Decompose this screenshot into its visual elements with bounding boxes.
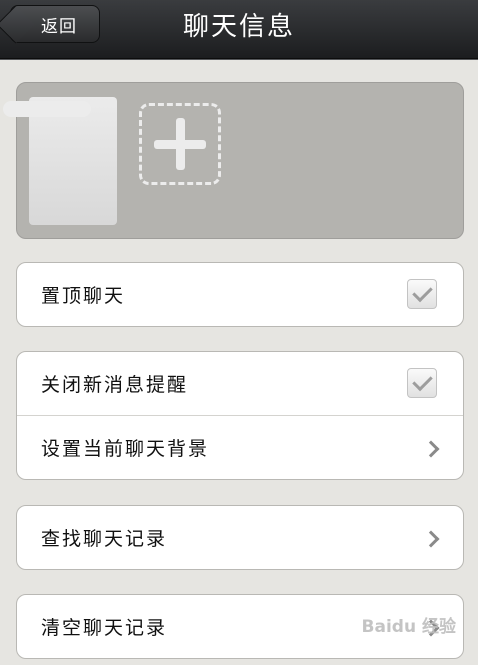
pin-chat-checkbox[interactable] [407, 279, 437, 309]
chat-background-label: 设置当前聊天背景 [41, 438, 210, 460]
plus-icon-vertical [176, 118, 185, 170]
pin-chat-card: 置顶聊天 [16, 262, 464, 327]
search-history-card: 查找聊天记录 [16, 505, 464, 570]
baidu-watermark: Baidu 经验 [361, 617, 456, 637]
search-history-label: 查找聊天记录 [41, 528, 168, 550]
notification-card: 关闭新消息提醒 设置当前聊天背景 [16, 351, 464, 480]
mute-notifications-checkbox[interactable] [407, 368, 437, 398]
pin-chat-row[interactable]: 置顶聊天 [17, 263, 463, 326]
chat-background-row[interactable]: 设置当前聊天背景 [17, 415, 463, 479]
chevron-right-icon [422, 530, 440, 548]
navigation-bar: 返回 聊天信息 [0, 0, 478, 59]
search-history-row[interactable]: 查找聊天记录 [17, 506, 463, 569]
add-member-button[interactable] [139, 103, 221, 185]
avatar-blur-overlay [3, 101, 91, 117]
clear-history-label: 清空聊天记录 [41, 617, 168, 639]
chevron-right-icon [422, 440, 440, 458]
members-panel [3, 82, 464, 239]
pin-chat-label: 置顶聊天 [41, 285, 126, 307]
mute-notifications-label: 关闭新消息提醒 [41, 374, 189, 396]
mute-notifications-row[interactable]: 关闭新消息提醒 [17, 352, 463, 415]
back-button-label: 返回 [41, 16, 77, 37]
